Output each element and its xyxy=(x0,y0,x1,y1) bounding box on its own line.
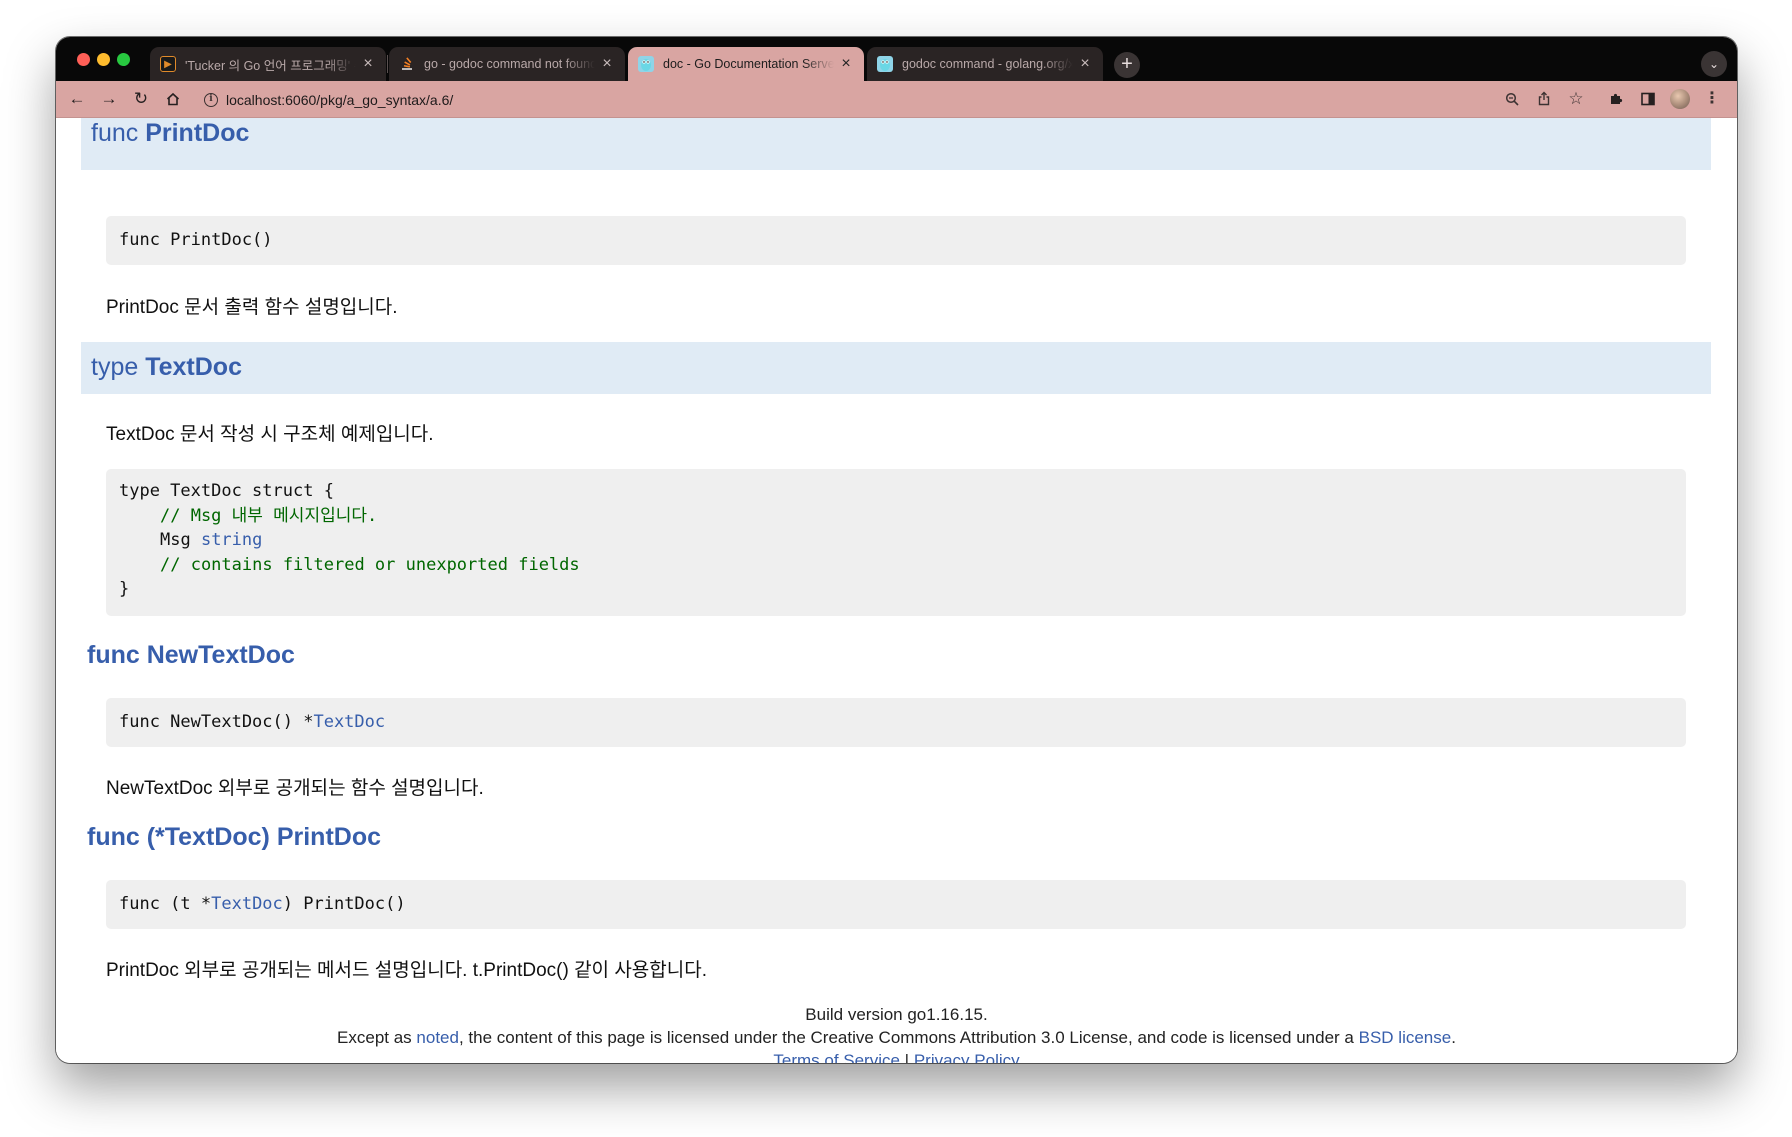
close-icon[interactable]: × xyxy=(599,56,615,72)
privacy-policy-link[interactable]: Privacy Policy xyxy=(914,1051,1020,1063)
tab-strip: ▶ 'Tucker 의 Go 언어 프로그래밍' 수 × go - godoc … xyxy=(56,37,1737,81)
identifier: PrintDoc xyxy=(145,119,250,147)
section-header-textdoc: type TextDoc xyxy=(81,342,1711,394)
keyword: func xyxy=(87,641,147,669)
code-block-newtextdoc: func NewTextDoc() *TextDoc xyxy=(106,698,1686,747)
license-text: . xyxy=(1451,1028,1456,1047)
code-line: type TextDoc struct { xyxy=(119,481,334,501)
license-text: , the content of this page is licensed u… xyxy=(458,1028,1359,1047)
code-signature: func NewTextDoc() * xyxy=(119,712,314,732)
code-line: // contains filtered or unexported field… xyxy=(119,553,1673,578)
extensions-icon[interactable] xyxy=(1604,87,1628,111)
tab-tucker[interactable]: ▶ 'Tucker 의 Go 언어 프로그래밍' 수 × xyxy=(150,47,386,81)
heading-method-printdoc[interactable]: func (*TextDoc) PrintDoc xyxy=(87,823,381,852)
tab-godoc-command[interactable]: godoc command - golang.org/x × xyxy=(867,47,1103,81)
tab-title: 'Tucker 의 Go 언어 프로그래밍' 수 xyxy=(185,58,356,73)
terms-of-service-link[interactable]: Terms of Service xyxy=(773,1051,900,1063)
code-line: // Msg 내부 메시지입니다. xyxy=(119,504,1673,529)
kebab-menu-icon[interactable]: ⋮ xyxy=(1700,87,1724,111)
zoom-icon[interactable] xyxy=(1500,87,1524,111)
forward-arrow-icon[interactable]: → xyxy=(97,87,121,111)
share-icon[interactable] xyxy=(1532,87,1556,111)
type-link[interactable]: string xyxy=(201,530,262,550)
code-block-textdoc: type TextDoc struct {// Msg 내부 메시지입니다. Ms… xyxy=(106,469,1686,616)
tab-search-button[interactable]: ⌄ xyxy=(1701,51,1727,77)
gopher-favicon-icon xyxy=(877,56,893,72)
license-text: Except as xyxy=(337,1028,417,1047)
tab-title: doc - Go Documentation Server xyxy=(663,57,834,71)
home-icon[interactable] xyxy=(161,87,185,111)
profile-avatar[interactable] xyxy=(1670,89,1690,109)
license-line: Except as noted, the content of this pag… xyxy=(56,1026,1737,1049)
browser-window: ▶ 'Tucker 의 Go 언어 프로그래밍' 수 × go - godoc … xyxy=(56,37,1737,1063)
identifier: TextDoc xyxy=(145,353,242,381)
code-block-method-printdoc: func (t *TextDoc) PrintDoc() xyxy=(106,880,1686,929)
close-icon[interactable]: × xyxy=(1077,56,1093,72)
stackoverflow-favicon-icon xyxy=(399,56,415,72)
code-signature: ) PrintDoc() xyxy=(282,894,406,914)
side-panel-icon[interactable] xyxy=(1636,87,1660,111)
code-comment: // contains filtered or unexported field… xyxy=(160,554,580,575)
heading-newtextdoc[interactable]: func NewTextDoc xyxy=(87,641,295,670)
url-text[interactable]: localhost:6060/pkg/a_go_syntax/a.6/ xyxy=(226,92,453,108)
type-link[interactable]: TextDoc xyxy=(313,712,385,732)
build-version: Build version go1.16.15. xyxy=(805,1005,988,1024)
info-icon[interactable]: i xyxy=(204,92,218,107)
code-signature: func PrintDoc() xyxy=(119,230,273,250)
tab-go-doc-server[interactable]: doc - Go Documentation Server × xyxy=(628,47,864,81)
reload-icon[interactable]: ↻ xyxy=(129,87,153,111)
gopher-favicon-icon xyxy=(638,56,654,72)
page-footer: Build version go1.16.15. Except as noted… xyxy=(56,1003,1737,1063)
footer-links: Terms of Service | Privacy Policy xyxy=(56,1049,1737,1063)
section-header-printdoc: func PrintDoc xyxy=(81,118,1711,170)
browser-toolbar: ← → ↻ i localhost:6060/pkg/a_go_syntax/a… xyxy=(56,81,1737,118)
tucker-favicon-icon: ▶ xyxy=(160,56,176,72)
tab-title: go - godoc command not found xyxy=(424,57,595,71)
bookmark-star-icon[interactable]: ☆ xyxy=(1564,87,1588,111)
back-arrow-icon[interactable]: ← xyxy=(65,87,89,111)
description-method-printdoc: PrintDoc 외부로 공개되는 메서드 설명입니다. t.PrintDoc(… xyxy=(106,960,707,981)
new-tab-button[interactable]: + xyxy=(1114,52,1140,78)
code-comment: // Msg 내부 메시지입니다. xyxy=(160,505,378,526)
identifier: NewTextDoc xyxy=(146,641,295,669)
bsd-license-link[interactable]: BSD license xyxy=(1359,1028,1452,1047)
description-newtextdoc: NewTextDoc 외부로 공개되는 함수 설명입니다. xyxy=(106,778,484,799)
close-icon[interactable]: × xyxy=(838,56,854,72)
type-link[interactable]: TextDoc xyxy=(211,894,283,914)
address-bar[interactable]: i localhost:6060/pkg/a_go_syntax/a.6/ xyxy=(196,86,1536,113)
code-block-printdoc: func PrintDoc() xyxy=(106,216,1686,265)
noted-link[interactable]: noted xyxy=(416,1028,459,1047)
tab-stackoverflow[interactable]: go - godoc command not found × xyxy=(389,47,625,81)
code-signature: func (t * xyxy=(119,894,212,914)
window-minimize-button[interactable] xyxy=(97,53,110,66)
section-title[interactable]: func PrintDoc xyxy=(91,119,249,148)
window-close-button[interactable] xyxy=(77,53,90,66)
code-line: } xyxy=(119,579,130,599)
keyword: type xyxy=(91,353,146,381)
description-textdoc: TextDoc 문서 작성 시 구조체 예제입니다. xyxy=(106,424,434,445)
tab-divider xyxy=(387,55,388,73)
code-line: Msg string xyxy=(119,528,1673,553)
page-content: func PrintDoc func PrintDoc() PrintDoc 문… xyxy=(56,118,1737,1063)
description-printdoc: PrintDoc 문서 출력 함수 설명입니다. xyxy=(106,297,398,318)
keyword: func xyxy=(91,119,146,147)
close-icon[interactable]: × xyxy=(360,56,376,72)
tab-title: godoc command - golang.org/x xyxy=(902,57,1073,71)
window-maximize-button[interactable] xyxy=(117,53,130,66)
link-separator: | xyxy=(899,1051,914,1063)
section-title[interactable]: type TextDoc xyxy=(91,353,242,382)
code-field: Msg xyxy=(160,530,201,550)
